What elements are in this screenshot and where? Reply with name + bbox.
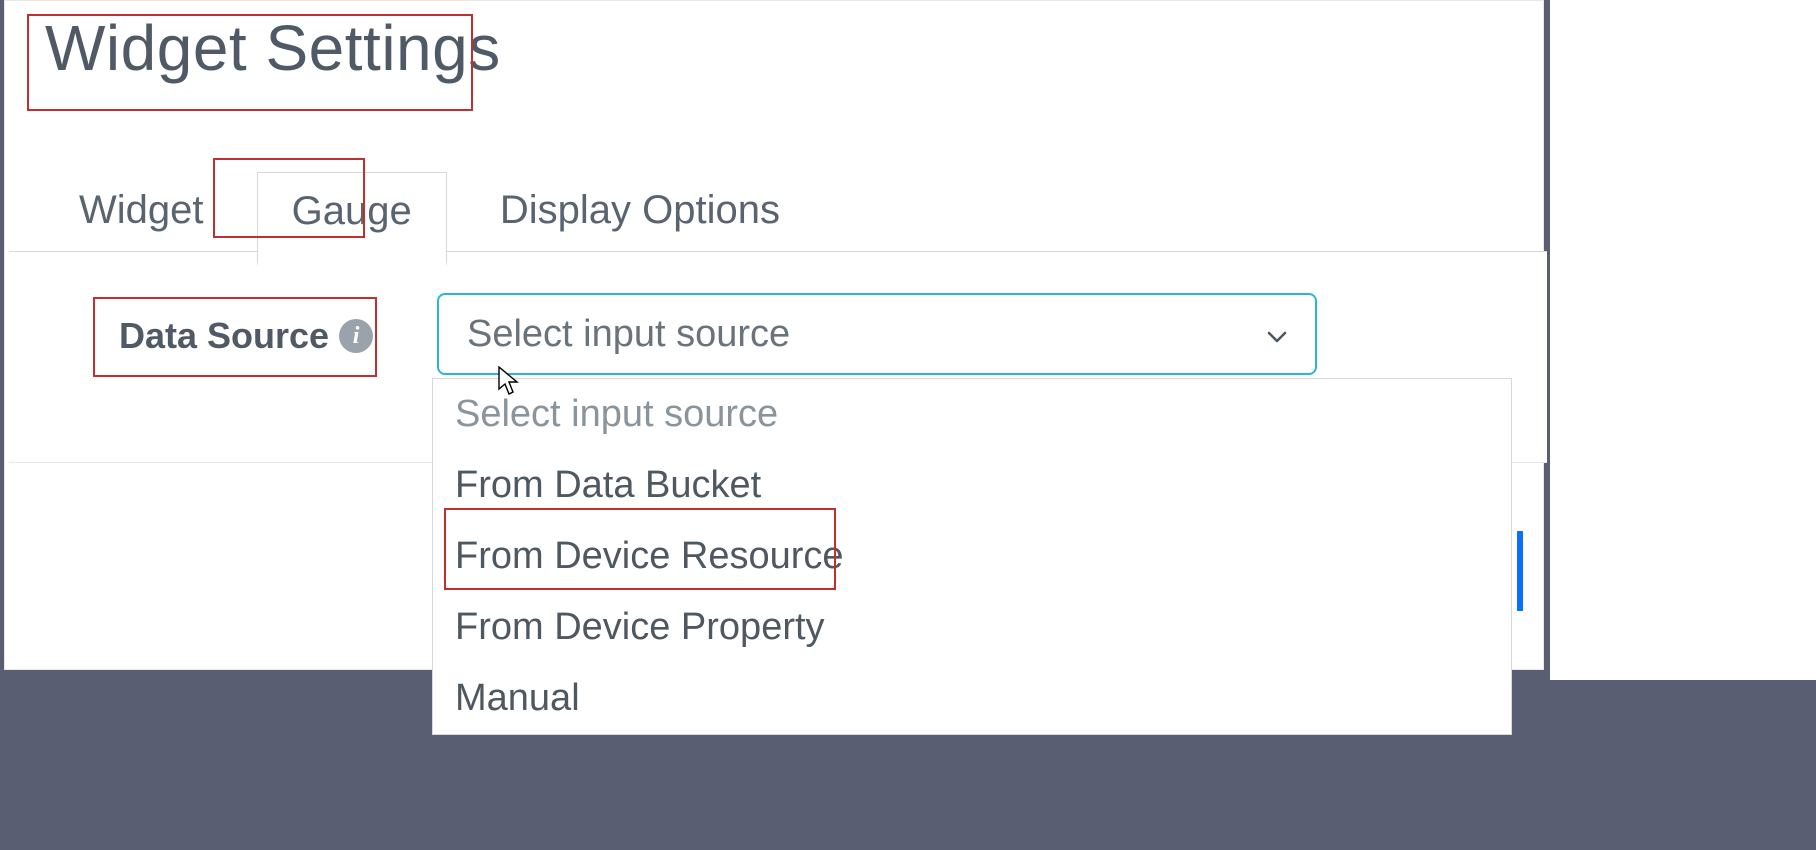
select-placeholder-text: Select input source — [467, 313, 790, 356]
cursor-icon — [498, 366, 520, 401]
option-placeholder[interactable]: Select input source — [433, 379, 1511, 450]
annotation-box-title — [27, 14, 473, 111]
tab-bar-divider — [9, 251, 1547, 252]
modal-right-whitespace: e — [1550, 0, 1816, 680]
data-source-dropdown: Select input source From Data Bucket Fro… — [432, 378, 1512, 735]
obscured-primary-button-edge — [1517, 531, 1523, 611]
option-from-device-property[interactable]: From Device Property — [433, 592, 1511, 663]
tab-display-options[interactable]: Display Options — [466, 172, 814, 261]
data-source-select[interactable]: Select input source — [437, 293, 1317, 375]
option-from-data-bucket[interactable]: From Data Bucket — [433, 450, 1511, 521]
option-manual[interactable]: Manual — [433, 663, 1511, 734]
tab-widget[interactable]: Widget — [45, 172, 238, 261]
annotation-box-data-source-label — [93, 297, 377, 377]
chevron-down-icon — [1265, 325, 1289, 349]
option-from-device-resource[interactable]: From Device Resource — [433, 521, 1511, 592]
annotation-box-gauge-tab — [213, 158, 365, 238]
